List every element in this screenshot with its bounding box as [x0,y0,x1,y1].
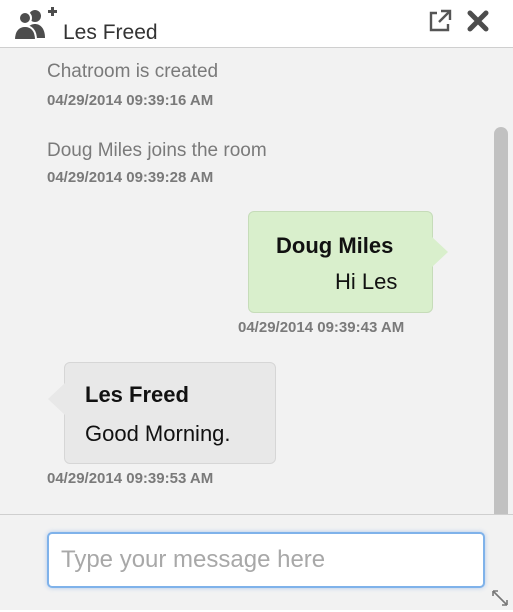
message-sender: Les Freed [85,382,189,407]
resize-handle[interactable] [491,589,509,607]
close-button[interactable] [466,9,490,33]
system-message-text: Chatroom is created [47,61,219,82]
message-text: Hi Les [335,269,398,294]
add-user-icon [12,7,57,41]
message-sender: Doug Miles [276,233,394,258]
message-timestamp: 04/29/2014 09:39:53 AM [47,470,214,487]
chat-header: Les Freed [0,0,513,48]
incoming-message-bubble: Les Freed Good Morning. [48,362,276,464]
add-user-button[interactable] [12,6,60,42]
message-input[interactable] [47,532,485,588]
resize-icon [492,590,508,606]
popout-button[interactable] [427,8,453,34]
message-timestamp: 04/29/2014 09:39:43 AM [238,319,405,336]
outgoing-message-bubble: Doug Miles Hi Les [248,211,448,313]
message-text: Good Morning. [85,421,231,446]
popout-icon [429,9,452,32]
scrollbar-thumb[interactable] [494,127,508,554]
chat-window: Les Freed Chatroom is created 04/29/2014… [0,0,513,610]
close-icon [467,10,489,32]
system-message-text: Doug Miles joins the room [47,140,267,161]
message-timestamp: 04/29/2014 09:39:16 AM [47,92,214,109]
chat-title: Les Freed [63,21,158,44]
message-timestamp: 04/29/2014 09:39:28 AM [47,169,214,186]
